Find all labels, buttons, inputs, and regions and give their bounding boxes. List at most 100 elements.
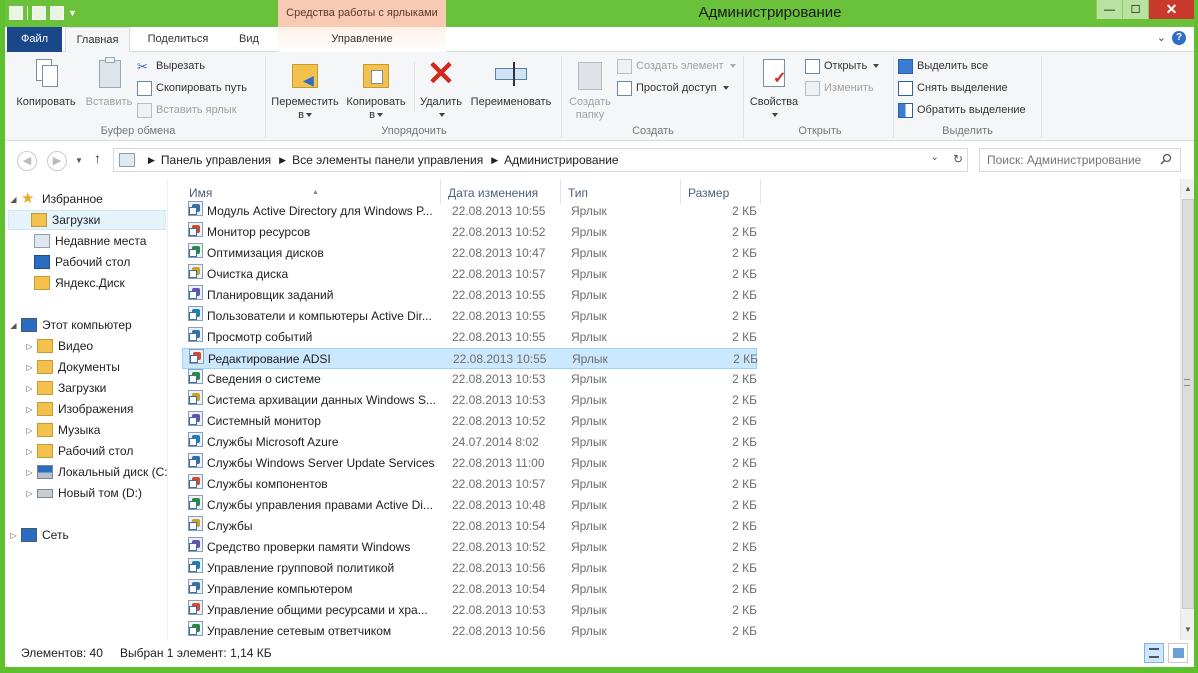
table-row[interactable]: Системный монитор 22.08.2013 10:52 Ярлык 2 … — [182, 411, 757, 432]
breadcrumb-item[interactable]: Все элементы панели управления — [292, 153, 483, 167]
expand-arrow-icon[interactable]: ▷ — [25, 363, 34, 372]
nav-item-downloads[interactable]: Загрузки — [8, 210, 166, 230]
forward-button[interactable]: ▶ — [47, 151, 67, 171]
details-view-button[interactable] — [1144, 643, 1164, 663]
properties-button[interactable]: ✓ Свойства — [745, 56, 803, 122]
properties-icon[interactable] — [9, 6, 23, 20]
minimize-button[interactable]: — — [1096, 0, 1122, 19]
file-size: 2 КБ — [732, 456, 757, 470]
address-dropdown-icon[interactable]: ⌄ — [931, 152, 939, 166]
help-icon[interactable]: ? — [1172, 31, 1186, 45]
rename-button[interactable]: Переименовать — [465, 56, 557, 109]
table-row[interactable]: Модуль Active Directory для Windows P...… — [182, 201, 757, 222]
nav-item-pictures[interactable]: ▷ Изображения — [5, 399, 168, 419]
table-row[interactable]: Монитор ресурсов 22.08.2013 10:52 Ярлык 2 К… — [182, 222, 757, 243]
table-row[interactable]: Службы Microsoft Azure 24.07.2014 8:02 Ярл… — [182, 432, 757, 453]
expand-arrow-icon[interactable]: ▷ — [25, 426, 34, 435]
chevron-down-icon[interactable]: ▼ — [68, 8, 77, 18]
table-row[interactable]: Управление сетевым ответчиком 22.08.2013 … — [182, 621, 757, 640]
cut-button[interactable]: ✂ Вырезать — [137, 56, 205, 76]
collapse-arrow-icon[interactable]: ◢ — [9, 321, 18, 330]
new-item-button[interactable]: Создать элемент — [617, 56, 736, 76]
up-arrow-icon[interactable]: ↑ — [94, 150, 101, 166]
expand-arrow-icon[interactable]: ▷ — [25, 342, 34, 351]
table-row[interactable]: Службы 22.08.2013 10:54 Ярлык 2 КБ — [182, 516, 757, 537]
nav-item-local-disk-c[interactable]: ▷ Локальный диск (C:) — [5, 462, 168, 482]
table-row[interactable]: Пользователи и компьютеры Active Dir... 2… — [182, 306, 757, 327]
delete-button[interactable]: ✕ Удалить — [417, 56, 465, 122]
maximize-button[interactable]: ☐ — [1122, 0, 1148, 19]
nav-this-pc[interactable]: ◢ Этот компьютер — [5, 315, 168, 335]
copy-path-button[interactable]: Скопировать путь — [137, 78, 247, 98]
table-row[interactable]: Управление общими ресурсами и хра... 22.0… — [182, 600, 757, 621]
table-row[interactable]: Планировщик заданий 22.08.2013 10:55 Ярлык… — [182, 285, 757, 306]
large-icons-view-button[interactable] — [1168, 643, 1188, 663]
edit-button[interactable]: Изменить — [805, 78, 874, 98]
vertical-scrollbar[interactable]: ▲ ▼ — [1180, 179, 1194, 640]
table-row[interactable]: Управление компьютером 22.08.2013 10:54 Яр… — [182, 579, 757, 600]
nav-item-new-volume-d[interactable]: ▷ Новый том (D:) — [5, 483, 168, 503]
nav-item-music[interactable]: ▷ Музыка — [5, 420, 168, 440]
select-none-button[interactable]: Снять выделение — [898, 78, 1008, 98]
tab-manage[interactable]: Управление — [278, 27, 446, 52]
expand-arrow-icon[interactable]: ▷ — [25, 384, 34, 393]
table-row[interactable]: Службы компонентов 22.08.2013 10:57 Ярлык 2… — [182, 474, 757, 495]
tab-home[interactable]: Главная — [65, 27, 130, 53]
tab-view[interactable]: Вид — [227, 27, 271, 52]
table-row[interactable]: Оптимизация дисков 22.08.2013 10:47 Ярлык 2… — [182, 243, 757, 264]
recent-locations-chevron-icon[interactable]: ▼ — [75, 156, 83, 165]
nav-item-desktop[interactable]: Рабочий стол — [5, 252, 168, 272]
paste-button[interactable]: Вставить — [81, 56, 137, 109]
nav-network[interactable]: ▷ Сеть — [5, 525, 168, 545]
table-row[interactable]: Службы управления правами Active Di... 22… — [182, 495, 757, 516]
select-all-button[interactable]: Выделить все — [898, 56, 988, 76]
table-row[interactable]: Просмотр событий 22.08.2013 10:55 Ярлык 2 К… — [182, 327, 757, 348]
table-row[interactable]: Очистка диска 22.08.2013 10:57 Ярлык 2 КБ — [182, 264, 757, 285]
nav-item-documents[interactable]: ▷ Документы — [5, 357, 168, 377]
nav-item-recent-places[interactable]: Недавние места — [5, 231, 168, 251]
expand-arrow-icon[interactable]: ▷ — [25, 447, 34, 456]
paste-shortcut-button[interactable]: Вставить ярлык — [137, 100, 237, 120]
table-row[interactable]: Службы Windows Server Update Services 22.… — [182, 453, 757, 474]
nav-favorites[interactable]: ◢ ★ Избранное — [5, 189, 168, 209]
check-document-icon[interactable] — [32, 6, 46, 20]
table-row[interactable]: Управление групповой политикой 22.08.2013… — [182, 558, 757, 579]
tab-file[interactable]: Файл — [7, 27, 62, 52]
new-folder-icon[interactable] — [50, 6, 64, 20]
desktop-folder-icon — [37, 444, 53, 458]
nav-item-yandex-disk[interactable]: Яндекс.Диск — [5, 273, 168, 293]
breadcrumb-item[interactable]: Панель управления — [161, 153, 271, 167]
expand-arrow-icon[interactable]: ▷ — [25, 405, 34, 414]
nav-item-videos[interactable]: ▷ Видео — [5, 336, 168, 356]
new-folder-button[interactable]: Создать папку — [563, 56, 617, 122]
expand-arrow-icon[interactable]: ▷ — [25, 468, 34, 477]
scroll-up-icon[interactable]: ▲ — [1181, 181, 1195, 197]
expand-ribbon-icon[interactable]: ⌄ — [1157, 31, 1166, 45]
easy-access-button[interactable]: Простой доступ — [617, 78, 729, 98]
table-row[interactable]: Сведения о системе 22.08.2013 10:53 Ярлык 2… — [182, 369, 757, 390]
tab-share[interactable]: Поделиться — [138, 27, 218, 52]
nav-item-downloads-pc[interactable]: ▷ Загрузки — [5, 378, 168, 398]
table-row[interactable]: Средство проверки памяти Windows 22.08.20… — [182, 537, 757, 558]
table-row[interactable]: Система архивации данных Windows S... 22.… — [182, 390, 757, 411]
address-bar[interactable]: ▶ Панель управления ▶ Все элементы панел… — [113, 148, 968, 172]
move-to-button[interactable]: ◀ Переместить в — [269, 56, 341, 122]
search-icon[interactable] — [1160, 153, 1172, 165]
refresh-icon[interactable]: ↻ — [953, 152, 963, 166]
collapse-arrow-icon[interactable]: ◢ — [9, 195, 18, 204]
expand-arrow-icon[interactable]: ▷ — [9, 531, 18, 540]
scroll-down-icon[interactable]: ▼ — [1181, 622, 1195, 638]
nav-item-desktop-pc[interactable]: ▷ Рабочий стол — [5, 441, 168, 461]
search-input[interactable] — [979, 148, 1181, 172]
copy-button[interactable]: Копировать — [11, 56, 81, 109]
breadcrumb-item[interactable]: Администрирование — [504, 153, 618, 167]
back-button[interactable]: ◀ — [17, 151, 37, 171]
table-row[interactable]: Редактирование ADSI 22.08.2013 10:55 Ярлык… — [182, 348, 758, 369]
open-button[interactable]: Открыть — [805, 56, 880, 76]
file-name: Средство проверки памяти Windows — [207, 540, 411, 554]
scrollbar-thumb[interactable] — [1182, 199, 1194, 609]
invert-selection-button[interactable]: Обратить выделение — [898, 100, 1026, 120]
expand-arrow-icon[interactable]: ▷ — [25, 489, 34, 498]
close-button[interactable]: ✕ — [1148, 0, 1194, 19]
copy-to-button[interactable]: Копировать в — [341, 56, 411, 122]
